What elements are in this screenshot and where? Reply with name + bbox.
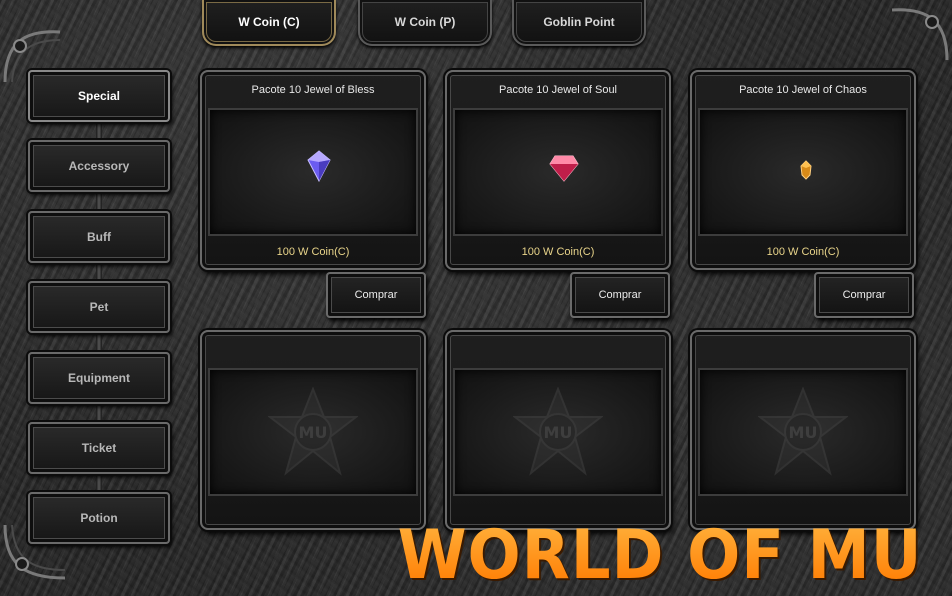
mu-emblem-icon: MU (268, 387, 358, 476)
sidebar-item-special[interactable]: Special (28, 70, 170, 122)
product-title: Pacote 10 Jewel of Soul (498, 84, 618, 96)
product-preview (698, 108, 908, 236)
sidebar-item-accessory[interactable]: Accessory (28, 140, 170, 192)
product-title: Pacote 10 Jewel of Bless (251, 84, 375, 96)
empty-product-slot: MU (690, 330, 916, 530)
empty-product-slot: MU (200, 330, 426, 530)
product-price: 100 W Coin(C) (276, 246, 350, 258)
empty-slot-preview: MU (453, 368, 663, 496)
mu-emblem-text: MU (789, 423, 818, 442)
buy-button-jewel-of-chaos[interactable]: Comprar (814, 272, 914, 318)
sidebar-item-pet[interactable]: Pet (28, 281, 170, 333)
product-price: 100 W Coin(C) (521, 246, 595, 258)
top-right-ornament-icon (891, 8, 949, 61)
mu-emblem-icon: MU (513, 387, 603, 476)
sidebar-item-ticket[interactable]: Ticket (28, 422, 170, 474)
mu-emblem-text: MU (544, 423, 573, 442)
product-price: 100 W Coin(C) (766, 246, 840, 258)
mu-emblem-icon: MU (758, 387, 848, 476)
item-shop-window: W Coin (C) W Coin (P) Goblin Point Speci… (0, 0, 952, 596)
product-card-jewel-of-chaos[interactable]: Pacote 10 Jewel of Chaos 100 W Coin(C) (690, 70, 916, 270)
buy-button-jewel-of-bless[interactable]: Comprar (326, 272, 426, 318)
empty-slot-preview: MU (208, 368, 418, 496)
tab-w-coin-c[interactable]: W Coin (C) (202, 0, 336, 46)
mu-emblem-text: MU (299, 423, 328, 442)
product-preview (208, 108, 418, 236)
sidebar-item-potion[interactable]: Potion (28, 492, 170, 544)
tab-goblin-point[interactable]: Goblin Point (512, 0, 646, 46)
product-title: Pacote 10 Jewel of Chaos (739, 84, 867, 96)
buy-button-jewel-of-soul[interactable]: Comprar (570, 272, 670, 318)
jewel-of-soul-icon (549, 155, 579, 182)
tab-w-coin-p[interactable]: W Coin (P) (358, 0, 492, 46)
product-card-jewel-of-bless[interactable]: Pacote 10 Jewel of Bless 100 W Coin(C) (200, 70, 426, 270)
empty-slot-preview: MU (698, 368, 908, 496)
world-of-mu-watermark: WORLD OF MU (397, 516, 922, 595)
product-preview (453, 108, 663, 236)
empty-product-slot: MU (445, 330, 671, 530)
jewel-of-bless-icon (307, 150, 331, 182)
sidebar-item-buff[interactable]: Buff (28, 211, 170, 263)
sidebar-item-equipment[interactable]: Equipment (28, 352, 170, 404)
product-card-jewel-of-soul[interactable]: Pacote 10 Jewel of Soul 100 W Coin(C) (445, 70, 671, 270)
jewel-of-chaos-icon (800, 160, 812, 180)
